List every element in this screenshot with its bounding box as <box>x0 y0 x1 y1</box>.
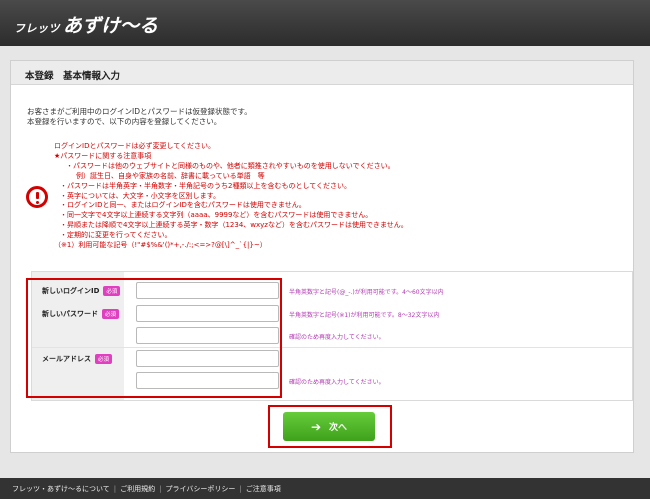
logo-big-text: あずけ〜る <box>63 15 159 37</box>
footer-link-terms[interactable]: ご利用規約 <box>120 485 155 493</box>
login-id-hint: 半角英数字と記号(@_-.)が利用可能です。4〜60文字以内 <box>289 289 444 296</box>
note-line: ・パスワードは他のウェブサイトと同様のものや、他者に類推されやすいものを使用しな… <box>66 161 395 170</box>
note-line: ・英字については、大文字・小文字を区別します。 <box>60 191 220 200</box>
footer-separator: | <box>113 485 117 493</box>
logo-small-text: フレッツ <box>14 22 60 35</box>
next-button-label: 次へ <box>329 422 348 433</box>
arrow-right-icon: ➔ <box>310 419 322 434</box>
note-line: ・同一文字で4文字以上連続する文字列（aaaa、9999など）を含むパスワードは… <box>60 211 373 220</box>
page-title: 本登録 基本情報入力 <box>25 71 121 82</box>
next-button[interactable]: ➔ 次へ <box>283 412 375 441</box>
note-symbols: （※1）利用可能な記号（!"#$%&'()*+,-./:;<=>?@[\]^_`… <box>54 241 267 250</box>
app-header: フレッツ あずけ〜る <box>0 0 650 46</box>
footer-link-about[interactable]: フレッツ・あずけ〜るについて <box>12 485 110 493</box>
email-confirm-hint: 確認のため再度入力してください。 <box>289 379 385 386</box>
note-line: ログインIDとパスワードは必ず変更してください。 <box>54 142 216 150</box>
password-notes: ログインIDとパスワードは必ず変更してください。 ★パスワードに関する注意事項 … <box>54 142 629 251</box>
intro-text: お客さまがご利用中のログインIDとパスワードは仮登録状態です。 本登録を行います… <box>27 107 252 127</box>
card-header: 本登録 基本情報入力 <box>11 61 633 85</box>
note-line: ・ログインIDと同一、またはログインIDを含むパスワードは使用できません。 <box>60 201 306 210</box>
service-logo[interactable]: フレッツ あずけ〜る <box>14 11 158 38</box>
form-highlight-frame <box>26 278 282 398</box>
warning-icon <box>26 186 48 208</box>
password-confirm-hint: 確認のため再度入力してください。 <box>289 334 385 341</box>
footer-link-privacy[interactable]: プライバシーポリシー <box>166 485 236 493</box>
note-heading: ★パスワードに関する注意事項 <box>54 151 152 160</box>
password-hint: 半角英数字と記号(※1)が利用可能です。8〜32文字以内 <box>289 312 440 319</box>
note-example: 例）誕生日、自身や家族の名前、辞書に載っている単語 等 <box>76 171 265 180</box>
note-line: ・昇順または降順で4文字以上連続する英字・数字（1234、wxyzなど）を含むパ… <box>60 221 408 230</box>
note-line: ・定期的に変更を行ってください。 <box>60 231 172 240</box>
footer-separator: | <box>159 485 162 493</box>
intro-line-2: 本登録を行いますので、以下の内容を登録してください。 <box>27 117 222 126</box>
registration-card: 本登録 基本情報入力 お客さまがご利用中のログインIDとパスワードは仮登録状態で… <box>10 60 634 453</box>
intro-line-1: お客さまがご利用中のログインIDとパスワードは仮登録状態です。 <box>27 107 252 116</box>
footer-separator: | <box>239 485 242 493</box>
footer-links: フレッツ・あずけ〜るについて | ご利用規約 | プライバシーポリシー | ご注意事項 <box>12 484 281 494</box>
note-line: ・パスワードは半角英字・半角数字・半角記号のうち2種類以上を含むものとしてくださ… <box>60 181 352 190</box>
footer: フレッツ・あずけ〜るについて | ご利用規約 | プライバシーポリシー | ご注意事項 <box>0 478 650 499</box>
footer-link-notices[interactable]: ご注意事項 <box>246 485 281 493</box>
